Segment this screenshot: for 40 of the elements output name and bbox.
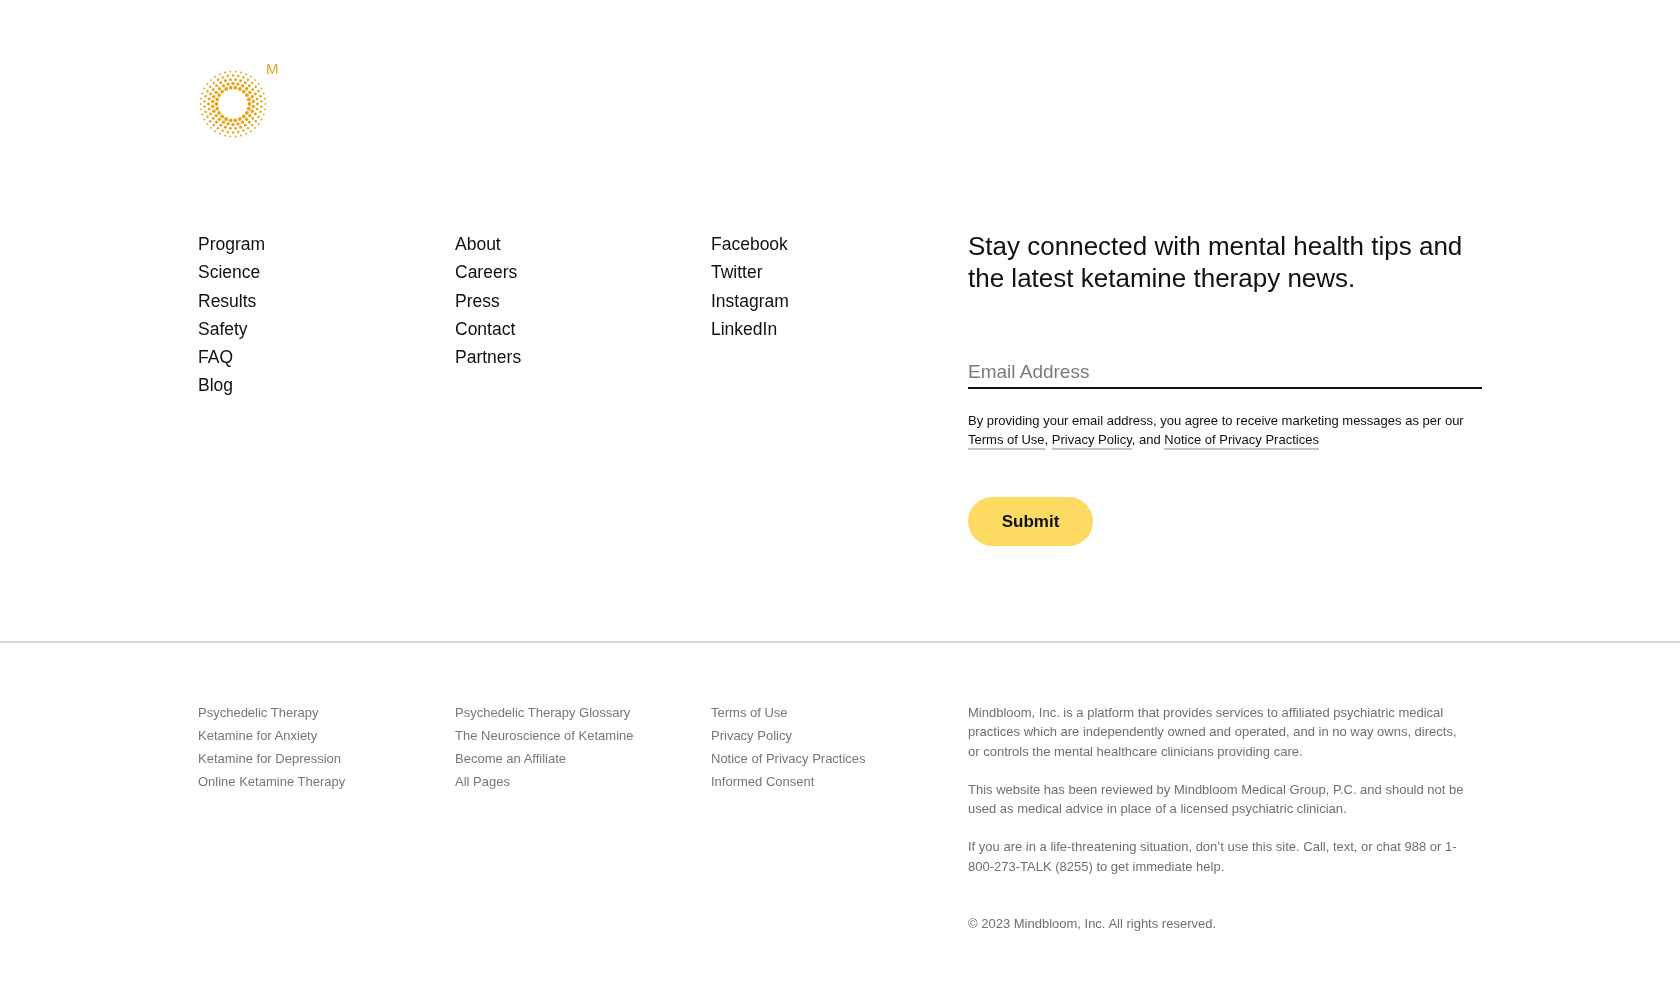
nav-link[interactable]: Press	[455, 286, 500, 315]
consent-link[interactable]: Terms of Use	[968, 432, 1045, 450]
consent-link[interactable]: Privacy Policy	[1051, 432, 1132, 450]
disclaimer-text: If you are in a life-threatening situation, don’t use this site. Call, text, or chat 988 or 1-800-273-TALK (8255) to get immediate help.	[968, 838, 1458, 876]
consent-link[interactable]: Notice of Privacy Practices	[1164, 432, 1319, 450]
email-field[interactable]: Email Address	[968, 357, 1482, 389]
footer-link[interactable]: The Neuroscience of Ketamine	[455, 724, 634, 747]
disclaimer-text: This website has been reviewed by Mindbloom Medical Group, P.C. and should not be used as medical advice in place of a licensed psychiatric clinician.	[968, 780, 1465, 819]
footer-link[interactable]: Notice of Privacy Practices	[711, 747, 866, 770]
nav-link[interactable]: FAQ	[198, 343, 233, 372]
footer-link[interactable]: Informed Consent	[711, 770, 815, 793]
nav-link[interactable]: Program	[198, 230, 266, 259]
social-link[interactable]: Twitter	[711, 258, 763, 287]
nav-link[interactable]: Blog	[198, 371, 234, 400]
nav-link[interactable]: Contact	[455, 314, 516, 344]
footer-link[interactable]: All Pages	[455, 770, 510, 793]
disclaimer-text: Mindbloom, Inc. is a platform that provides services to affiliated psychiatric medical practices which are independently owned and operated, and in no way owns, directs, or controls the mental healthcare clinicians providing care.	[968, 704, 1458, 761]
footer-link[interactable]: Terms of Use	[711, 701, 788, 724]
footer-link[interactable]: Psychedelic Therapy Glossary	[455, 701, 631, 724]
footer-link[interactable]: Ketamine for Depression	[198, 747, 342, 770]
footer-link[interactable]: Privacy Policy	[711, 724, 792, 747]
newsletter-heading: Stay connected with mental health tips and the latest ketamine therapy news.	[968, 230, 1464, 294]
footer-link[interactable]: Become an Affiliate	[455, 747, 567, 770]
social-link[interactable]: Instagram	[711, 286, 789, 315]
logo-letter: M	[266, 61, 279, 76]
nav-link[interactable]: Careers	[455, 258, 518, 287]
footer-link[interactable]: Ketamine for Anxiety	[198, 724, 318, 747]
footer-link[interactable]: Online Ketamine Therapy	[198, 770, 346, 793]
consent-text: By providing your email address, you agree to receive marketing messages as per our Terms of Use, Privacy Policy, and Notice of Privacy Practices	[968, 411, 1498, 449]
nav-link[interactable]: About	[455, 230, 501, 259]
nav-link[interactable]: Results	[198, 286, 257, 315]
submit-button[interactable]: Submit	[968, 497, 1093, 546]
copyright-text: © 2023 Mindbloom, Inc. All rights reserved.	[968, 915, 1218, 934]
social-link[interactable]: LinkedIn	[711, 314, 778, 344]
nav-link[interactable]: Science	[198, 258, 261, 287]
social-link[interactable]: Facebook	[711, 230, 788, 259]
footer-link[interactable]: Psychedelic Therapy	[198, 701, 319, 724]
nav-link[interactable]: Safety	[198, 314, 248, 344]
nav-link[interactable]: Partners	[455, 343, 522, 372]
sunburst-icon	[198, 69, 268, 139]
